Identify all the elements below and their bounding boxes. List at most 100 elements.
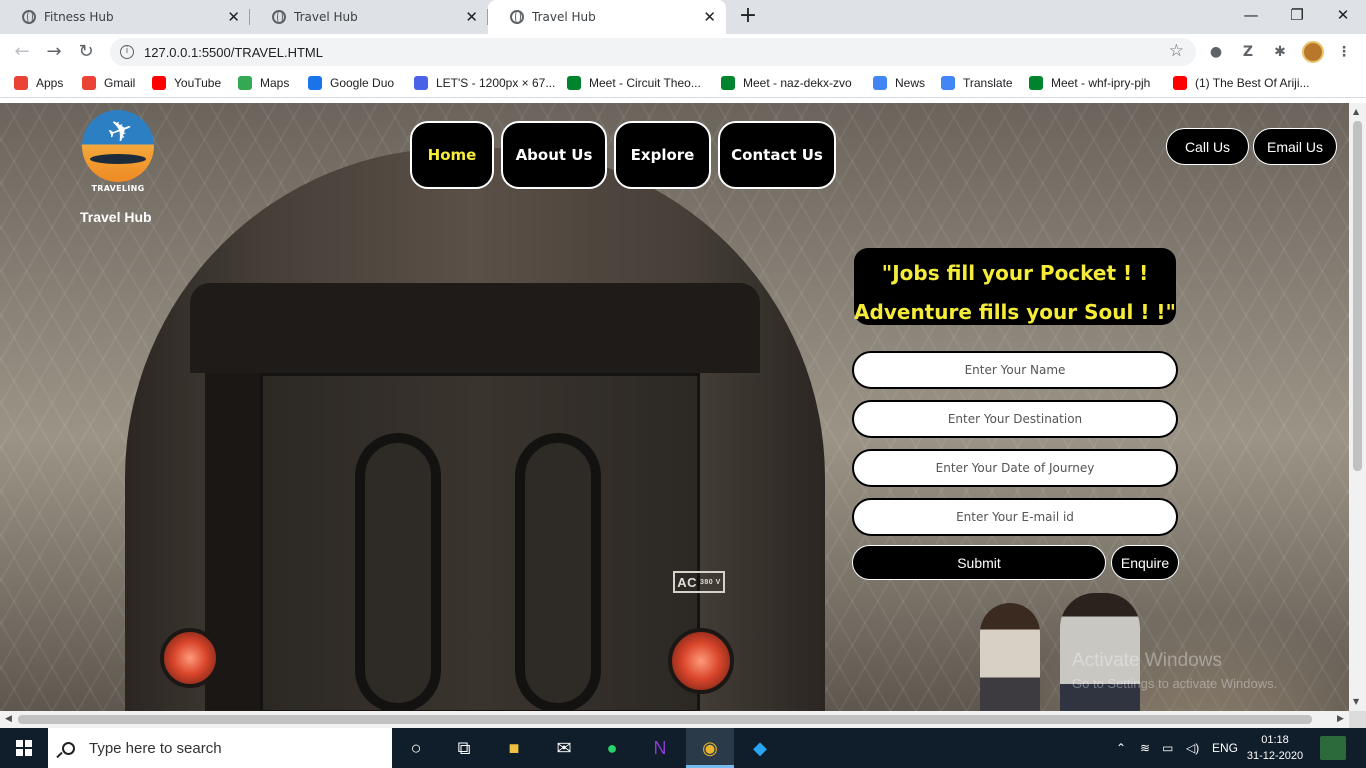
- bookmark-item[interactable]: News: [873, 76, 925, 90]
- horizontal-scrollbar[interactable]: ◀ ▶: [0, 711, 1349, 728]
- scrollbar-thumb[interactable]: [1353, 121, 1362, 471]
- scroll-down-arrow-icon[interactable]: ▼: [1353, 697, 1359, 706]
- vertical-scrollbar[interactable]: ▲ ▼: [1349, 103, 1366, 711]
- bookmark-label: Meet - whf-ipry-pjh: [1051, 76, 1151, 90]
- bookmark-item[interactable]: Translate: [941, 76, 1013, 90]
- close-icon[interactable]: ✕: [465, 8, 478, 26]
- address-bar[interactable]: i 127.0.0.1:5500/TRAVEL.HTML ☆: [110, 38, 1196, 66]
- bookmark-item[interactable]: Meet - Circuit Theo...: [567, 76, 701, 90]
- globe-icon: [272, 10, 286, 24]
- ac-plate: AC 380 V: [673, 571, 725, 593]
- bookmark-item[interactable]: LET'S - 1200px × 67...: [414, 76, 555, 90]
- tab-travel-hub-active[interactable]: Travel Hub ✕: [488, 0, 726, 34]
- language-indicator[interactable]: ENG: [1212, 728, 1238, 768]
- globe-icon: [510, 10, 524, 24]
- page-viewport: AC 380 V ✈ TRAVELING Travel Hub Home Abou…: [0, 103, 1349, 711]
- train-window: [515, 433, 601, 711]
- duo-icon: [308, 76, 322, 90]
- clock-date: 31-12-2020: [1246, 750, 1304, 762]
- chrome-c-icon: [414, 76, 428, 90]
- bookmark-item[interactable]: Gmail: [82, 76, 135, 90]
- nav-home[interactable]: Home: [410, 121, 494, 189]
- tab-fitness-hub[interactable]: Fitness Hub ✕: [0, 0, 250, 34]
- profile-avatar[interactable]: [1302, 41, 1324, 63]
- ac-plate-voltage: 380 V: [699, 578, 721, 586]
- onenote-icon[interactable]: N: [636, 728, 684, 768]
- notification-icon[interactable]: [1320, 736, 1346, 760]
- taskbar-search[interactable]: Type here to search: [48, 728, 392, 768]
- bookmark-label: Meet - Circuit Theo...: [589, 76, 701, 90]
- nav-about-us[interactable]: About Us: [501, 121, 607, 189]
- train-tail-lamp: [668, 628, 734, 694]
- watermark-subtitle: Go to Settings to activate Windows.: [1072, 676, 1278, 691]
- start-button[interactable]: [0, 728, 48, 768]
- quote-line-2: Adventure fills your Soul ! !": [854, 300, 1176, 324]
- scroll-up-arrow-icon[interactable]: ▲: [1353, 107, 1359, 116]
- mail-icon[interactable]: ✉: [540, 728, 588, 768]
- task-view-icon[interactable]: ⧉: [440, 728, 488, 768]
- info-icon[interactable]: i: [120, 45, 134, 59]
- destination-input[interactable]: [852, 400, 1178, 438]
- system-clock[interactable]: 01:18 31-12-2020: [1245, 732, 1305, 764]
- scroll-left-arrow-icon[interactable]: ◀: [5, 714, 12, 724]
- journey-date-input[interactable]: [852, 449, 1178, 487]
- site-logo[interactable]: ✈ TRAVELING: [80, 108, 156, 196]
- url-text: 127.0.0.1:5500/TRAVEL.HTML: [144, 44, 323, 60]
- tab-title: Travel Hub: [532, 10, 596, 24]
- apps-grid-icon: [14, 76, 28, 90]
- nav-contact-us[interactable]: Contact Us: [718, 121, 836, 189]
- bookmark-item[interactable]: (1) The Best Of Ariji...: [1173, 76, 1309, 90]
- gmail-icon: [82, 76, 96, 90]
- translate-icon: [941, 76, 955, 90]
- bookmark-item[interactable]: Maps: [238, 76, 289, 90]
- whatsapp-icon[interactable]: ●: [588, 728, 636, 768]
- bookmark-star-icon[interactable]: ☆: [1169, 41, 1184, 61]
- close-icon[interactable]: ✕: [227, 8, 240, 26]
- bookmark-item[interactable]: Google Duo: [308, 76, 394, 90]
- restore-button[interactable]: ❐: [1274, 0, 1320, 30]
- bookmark-item[interactable]: Meet - whf-ipry-pjh: [1029, 76, 1150, 90]
- vscode-icon[interactable]: ◆: [736, 728, 784, 768]
- battery-icon[interactable]: ▭: [1162, 728, 1173, 768]
- new-tab-button[interactable]: +: [735, 5, 761, 29]
- extensions-puzzle-icon[interactable]: ✱: [1270, 42, 1290, 62]
- cortana-icon[interactable]: ○: [392, 728, 440, 768]
- forward-button[interactable]: →: [42, 40, 66, 64]
- email-input[interactable]: [852, 498, 1178, 536]
- bookmark-item[interactable]: YouTube: [152, 76, 221, 90]
- tab-title: Fitness Hub: [44, 10, 114, 24]
- extension-z-icon[interactable]: Z: [1238, 42, 1258, 62]
- bookmark-item[interactable]: Apps: [14, 76, 63, 90]
- close-icon[interactable]: ✕: [703, 8, 716, 26]
- search-icon: [62, 741, 75, 755]
- volume-icon[interactable]: ◁): [1186, 728, 1199, 768]
- minimize-button[interactable]: —: [1228, 0, 1274, 30]
- nav-explore[interactable]: Explore: [614, 121, 711, 189]
- train-roof: [190, 283, 760, 373]
- file-explorer-icon[interactable]: ■: [490, 728, 538, 768]
- submit-button[interactable]: Submit: [852, 545, 1106, 580]
- reload-button[interactable]: ↻: [74, 40, 98, 64]
- call-us-button[interactable]: Call Us: [1166, 128, 1249, 165]
- bookmark-item[interactable]: Meet - naz-dekx-zvo: [721, 76, 852, 90]
- meet-icon: [721, 76, 735, 90]
- tab-travel-hub[interactable]: Travel Hub ✕: [250, 0, 488, 34]
- menu-kebab-icon[interactable]: ⋮: [1334, 42, 1354, 62]
- enquire-button[interactable]: Enquire: [1111, 545, 1179, 580]
- scroll-right-arrow-icon[interactable]: ▶: [1337, 714, 1344, 724]
- extension-bulb-icon[interactable]: ●: [1206, 42, 1226, 62]
- back-button[interactable]: ←: [10, 40, 34, 64]
- chrome-icon[interactable]: ◉: [686, 728, 734, 768]
- globe-icon: [22, 10, 36, 24]
- network-icon[interactable]: ≋: [1140, 728, 1150, 768]
- bookmark-label: (1) The Best Of Ariji...: [1195, 76, 1310, 90]
- email-us-button[interactable]: Email Us: [1253, 128, 1337, 165]
- meet-icon: [1029, 76, 1043, 90]
- close-window-button[interactable]: ✕: [1320, 0, 1366, 30]
- name-input[interactable]: [852, 351, 1178, 389]
- watermark-title: Activate Windows: [1072, 650, 1222, 671]
- scrollbar-thumb[interactable]: [18, 715, 1312, 724]
- search-placeholder: Type here to search: [89, 739, 222, 757]
- train-door: [260, 373, 700, 711]
- tray-chevron-up-icon[interactable]: ⌃: [1116, 728, 1126, 768]
